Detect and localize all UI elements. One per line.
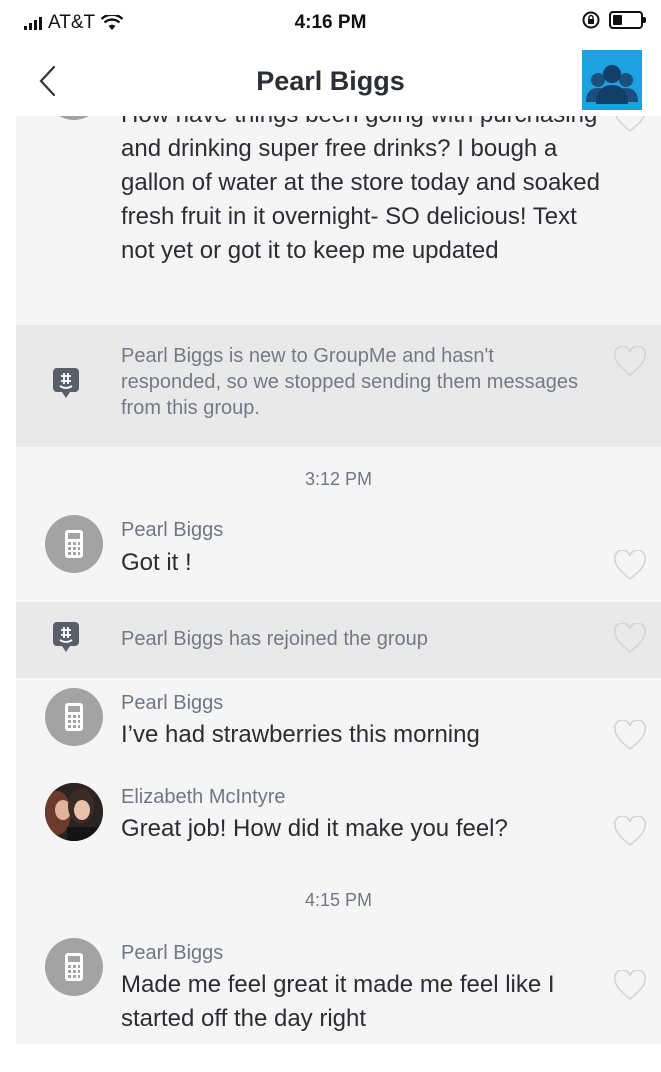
sms-avatar[interactable] — [45, 938, 103, 996]
nav-bar: Pearl Biggs — [0, 46, 661, 116]
sms-phone-icon — [65, 703, 83, 731]
message-item: Pearl Biggs Made me feel great it made m… — [16, 928, 661, 1044]
group-avatar[interactable] — [582, 50, 642, 110]
message-text: How have things been going with purchasi… — [121, 101, 600, 264]
profile-photo — [45, 783, 103, 841]
sms-avatar[interactable] — [45, 688, 103, 746]
heart-icon[interactable] — [613, 816, 647, 848]
heart-icon[interactable] — [613, 720, 647, 752]
status-bar: AT&T 4:16 PM — [0, 0, 661, 46]
message-text: Great job! How did it make you feel? — [121, 815, 508, 842]
message-item: Pearl Biggs I’ve had strawberries this m… — [16, 678, 661, 774]
groupme-bot-icon — [53, 368, 79, 398]
message-feed[interactable]: How have things been going with purchasi… — [16, 100, 661, 1044]
sender-name[interactable]: Pearl Biggs — [121, 519, 223, 542]
sender-name[interactable]: Pearl Biggs — [121, 942, 223, 965]
message-item: Elizabeth McIntyre Great job! How did it… — [16, 774, 661, 870]
group-people-icon — [586, 65, 638, 104]
system-message: Pearl Biggs has rejoined the group — [16, 602, 661, 678]
system-message: Pearl Biggs is new to GroupMe and hasn't… — [16, 325, 661, 447]
battery-icon — [609, 11, 646, 29]
status-right — [581, 10, 646, 30]
timestamp: 3:12 PM — [304, 469, 373, 489]
rotation-lock-icon — [582, 11, 600, 29]
message-text: I’ve had strawberries this morning — [121, 721, 480, 748]
sender-name[interactable]: Pearl Biggs — [121, 692, 223, 715]
sms-phone-icon — [65, 953, 83, 981]
heart-icon[interactable] — [613, 623, 647, 655]
message-text: Got it ! — [121, 549, 192, 576]
timestamp: 4:15 PM — [304, 890, 373, 910]
heart-icon[interactable] — [613, 346, 647, 378]
system-text: Pearl Biggs is new to GroupMe and hasn't… — [121, 345, 578, 419]
sender-name[interactable]: Elizabeth McIntyre — [121, 786, 286, 809]
avatar[interactable] — [45, 783, 103, 841]
bottom-area — [0, 1044, 661, 1072]
system-text: Pearl Biggs has rejoined the group — [121, 628, 428, 650]
message-text: Made me feel great it made me feel like … — [121, 971, 555, 1032]
message-item: Pearl Biggs Got it ! — [16, 507, 661, 602]
heart-icon[interactable] — [613, 550, 647, 582]
sms-avatar[interactable] — [45, 515, 103, 573]
groupme-bot-icon — [53, 622, 79, 652]
message-item: How have things been going with purchasi… — [16, 100, 661, 325]
heart-icon[interactable] — [613, 970, 647, 1002]
conversation-title[interactable]: Pearl Biggs — [0, 66, 661, 97]
status-time: 4:16 PM — [294, 12, 367, 33]
sms-phone-icon — [65, 530, 83, 558]
